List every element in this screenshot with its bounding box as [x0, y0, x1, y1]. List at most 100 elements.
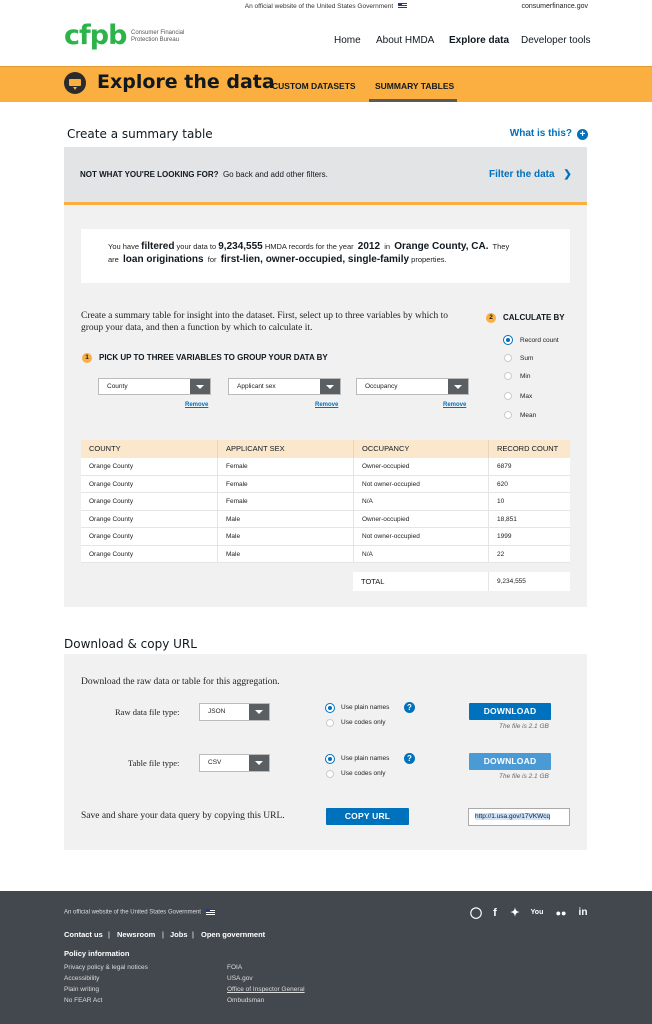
cell-county: Orange County	[81, 528, 218, 546]
remove-link-3[interactable]: Remove	[443, 402, 466, 408]
footer-link-usa-gov[interactable]: USA.gov	[227, 975, 253, 982]
footer-link-contact[interactable]: Contact us	[64, 930, 103, 939]
cell-occupancy: Not owner-occupied	[354, 528, 489, 546]
help-icon[interactable]: ?	[404, 753, 415, 764]
table-label-codes-only: Use codes only	[341, 770, 386, 777]
label-record-count: Record count	[520, 337, 559, 344]
facebook-icon[interactable]: f	[488, 906, 502, 920]
group-by-label: PICK UP TO THREE VARIABLES TO GROUP YOUR…	[99, 353, 328, 362]
group-select-1[interactable]: County	[98, 378, 211, 395]
download-data-icon	[64, 72, 86, 94]
cell-sex: Female	[218, 458, 354, 476]
table-radio-plain-names[interactable]	[326, 755, 334, 763]
cell-count: 22	[497, 550, 505, 558]
footer-link-no-fear[interactable]: No FEAR Act	[64, 997, 102, 1004]
radio-mean[interactable]	[504, 411, 512, 419]
footer-link-plain-writing[interactable]: Plain writing	[64, 986, 99, 993]
table-row: Orange County Female Owner-occupied 6879	[81, 458, 570, 476]
help-icon[interactable]: ?	[404, 702, 415, 713]
cell-occupancy: Owner-occupied	[354, 510, 489, 528]
logo-subtitle: Consumer Financial Protection Bureau	[131, 30, 185, 43]
summary-description: Create a summary table for insight into …	[81, 311, 448, 333]
download-intro: Download the raw data or table for this …	[81, 677, 280, 687]
table-file-type-label: Table file type:	[128, 758, 180, 768]
cell-count: 1999	[497, 533, 512, 540]
gov-banner-text: An official website of the United States…	[244, 3, 394, 10]
footer-link-accessibility[interactable]: Accessibility	[64, 975, 99, 982]
label-min: Min	[520, 373, 531, 380]
header-occupancy[interactable]: OCCUPANCY	[354, 440, 489, 458]
radio-max[interactable]	[504, 392, 512, 400]
site-link[interactable]: consumerfinance.gov	[521, 0, 588, 14]
flickr-icon[interactable]: ●●	[554, 906, 568, 920]
cell-sex: Female	[218, 493, 354, 511]
raw-label-plain-names: Use plain names	[341, 704, 390, 711]
footer-link-privacy[interactable]: Privacy policy & legal notices	[64, 964, 148, 971]
page-title: Explore the data	[97, 71, 275, 93]
cell-count: 6879	[497, 463, 512, 470]
raw-radio-plain-names[interactable]	[326, 704, 334, 712]
raw-file-type-select[interactable]: JSON	[199, 703, 270, 721]
step-2-badge: 2	[486, 313, 496, 323]
radio-sum[interactable]	[504, 354, 512, 362]
group-select-2[interactable]: Applicant sex	[228, 378, 341, 395]
table-row: Orange County Female Not owner-occupied …	[81, 475, 570, 493]
footer-separator: |	[192, 930, 194, 939]
header-applicant-sex[interactable]: APPLICANT SEX	[218, 440, 354, 458]
table-download-button[interactable]: DOWNLOAD	[469, 753, 551, 770]
tab-custom-datasets[interactable]: CUSTOM DATASETS	[272, 81, 356, 91]
total-label: TOTAL	[353, 572, 489, 591]
label-sum: Sum	[520, 355, 534, 362]
copy-url-button[interactable]: COPY URL	[326, 808, 409, 825]
cell-count: 18,851	[497, 515, 517, 523]
share-url-field[interactable]: http://1.usa.gov/17VKWcq	[468, 808, 570, 826]
what-is-this-link[interactable]: What is this?	[510, 128, 572, 139]
cfpb-logo[interactable]: cfpb	[64, 20, 127, 51]
nav-about-hmda[interactable]: About HMDA	[376, 35, 434, 46]
twitter-icon[interactable]: ✦	[508, 906, 522, 920]
table-row: Orange County Male Owner-occupied 18,851	[81, 510, 570, 528]
plus-circle-icon[interactable]: +	[577, 129, 588, 140]
footer-link-ombudsman[interactable]: Ombudsman	[227, 997, 264, 1004]
raw-download-button[interactable]: DOWNLOAD	[469, 703, 551, 720]
section-title-summary: Create a summary table	[67, 127, 213, 141]
table-radio-codes-only[interactable]	[326, 770, 334, 778]
cell-sex: Male	[218, 545, 354, 563]
youtube-icon[interactable]: You	[530, 906, 544, 920]
table-total-row: TOTAL 9,234,555	[353, 572, 570, 591]
nav-home[interactable]: Home	[334, 35, 361, 46]
radio-record-count[interactable]	[504, 336, 512, 344]
label-max: Max	[520, 393, 533, 400]
table-file-type-select[interactable]: CSV	[199, 754, 270, 772]
chevron-down-icon	[249, 755, 269, 771]
linkedin-icon[interactable]: in	[576, 906, 590, 920]
group-select-3[interactable]: Occupancy	[356, 378, 469, 395]
cell-count: 620	[497, 480, 508, 488]
footer-link-inspector-general[interactable]: Office of Inspector General	[227, 986, 305, 993]
github-icon[interactable]: ◯	[469, 906, 483, 920]
table-row: Orange County Female N/A 10	[81, 493, 570, 511]
header-record-count[interactable]: RECORD COUNT	[489, 440, 570, 458]
footer-link-open-government[interactable]: Open government	[201, 930, 265, 939]
tab-summary-tables[interactable]: SUMMARY TABLES	[375, 81, 454, 91]
filter-notice-text: NOT WHAT YOU'RE LOOKING FOR? Go back and…	[80, 170, 328, 179]
raw-radio-codes-only[interactable]	[326, 719, 334, 727]
nav-explore-data[interactable]: Explore data	[449, 35, 509, 46]
nav-developer-tools[interactable]: Developer tools	[521, 35, 590, 46]
chevron-down-icon	[448, 379, 468, 394]
radio-min[interactable]	[504, 372, 512, 380]
footer-link-foia[interactable]: FOIA	[227, 964, 242, 971]
cell-occupancy: Owner-occupied	[354, 458, 489, 476]
filter-summary-text: You have filtered your data to 9,234,555…	[108, 241, 510, 265]
section-title-download: Download & copy URL	[64, 637, 197, 651]
remove-link-2[interactable]: Remove	[315, 402, 338, 408]
calculate-by-label: CALCULATE BY	[503, 313, 565, 322]
cell-sex: Male	[218, 510, 354, 528]
raw-file-size: The file is 2.1 GB	[499, 723, 549, 730]
filter-data-link[interactable]: Filter the data ❯	[489, 169, 572, 180]
chevron-down-icon	[190, 379, 210, 394]
footer-link-newsroom[interactable]: Newsroom	[117, 930, 155, 939]
footer-link-jobs[interactable]: Jobs	[170, 930, 188, 939]
header-county[interactable]: COUNTY	[81, 440, 218, 458]
remove-link-1[interactable]: Remove	[185, 402, 208, 408]
